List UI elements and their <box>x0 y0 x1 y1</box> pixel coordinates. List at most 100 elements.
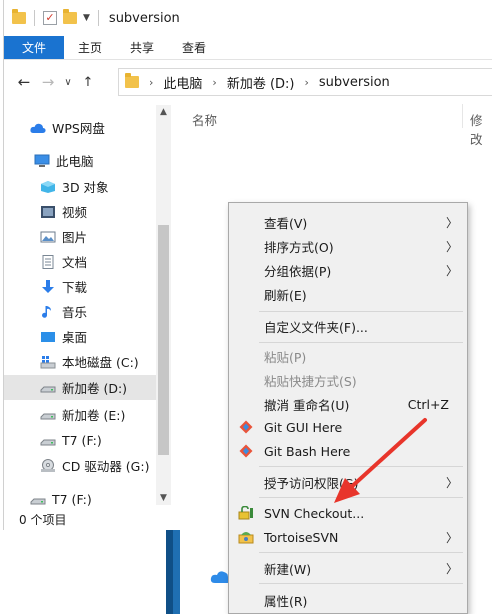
context-menu: 查看(V) 〉 排序方式(O) 〉 分组依据(P) 〉 刷新(E) 自定义文件夹… <box>228 202 468 614</box>
menu-item-label: 属性(R) <box>264 593 308 609</box>
nav-item-label: T7 (F:) <box>52 492 92 507</box>
drive-icon <box>40 439 56 445</box>
menu-item-refresh[interactable]: 刷新(E) <box>229 282 467 306</box>
window-title: subversion <box>108 10 180 26</box>
menu-item-sort-by[interactable]: 排序方式(O) 〉 <box>229 234 467 258</box>
menu-divider <box>259 497 463 498</box>
ribbon-tabs: 文件 主页 共享 查看 <box>4 36 492 60</box>
breadcrumb-drive-d[interactable]: 新加卷 (D:) <box>227 73 295 92</box>
address-bar-row: ← → ∨ ↑ › 此电脑 › 新加卷 (D:) › subversion <box>4 64 492 100</box>
scrollbar-thumb[interactable] <box>158 225 169 455</box>
menu-item-undo-rename[interactable]: 撤消 重命名(U) Ctrl+Z <box>229 392 467 416</box>
menu-item-label: 分组依据(P) <box>264 263 332 279</box>
column-header-modified[interactable]: 修改 <box>470 110 492 148</box>
menu-item-label: Git GUI Here <box>264 419 343 435</box>
nav-item-label: 此电脑 <box>56 154 94 169</box>
download-icon <box>42 279 54 293</box>
submenu-chevron-icon: 〉 <box>445 239 458 254</box>
title-bar: ✓ ▼ subversion <box>4 0 492 36</box>
windows-drive-icon <box>40 355 56 368</box>
breadcrumb-chevron-icon[interactable]: › <box>149 76 153 89</box>
quick-access-toolbar: ✓ ▼ <box>12 9 101 26</box>
drive-icon <box>40 386 56 392</box>
menu-item-label: 新建(W) <box>264 561 312 577</box>
computer-icon <box>34 154 50 167</box>
menu-item-label: 粘贴(P) <box>264 349 307 365</box>
menu-item-customize-folder[interactable]: 自定义文件夹(F)... <box>229 314 467 338</box>
menu-item-label: SVN Checkout... <box>264 505 365 521</box>
breadcrumb-this-pc[interactable]: 此电脑 <box>163 73 202 92</box>
nav-item-label: 桌面 <box>62 330 88 345</box>
menu-item-paste-shortcut: 粘贴快捷方式(S) <box>229 368 467 392</box>
tab-view[interactable]: 查看 <box>168 36 220 59</box>
nav-item-label: 下载 <box>62 280 88 295</box>
back-arrow-icon[interactable]: ← <box>12 73 36 91</box>
tab-file[interactable]: 文件 <box>4 36 65 59</box>
nav-item-label: 本地磁盘 (C:) <box>62 355 139 370</box>
documents-icon <box>42 254 54 269</box>
scroll-down-arrow-icon[interactable]: ▼ <box>156 493 171 503</box>
drive-icon <box>30 498 46 504</box>
properties-checkmark-icon[interactable]: ✓ <box>43 11 57 25</box>
nav-item-label: CD 驱动器 (G:) <box>62 459 150 474</box>
wps-cloud-icon <box>30 123 46 133</box>
menu-divider <box>259 466 463 467</box>
menu-item-tortoisesvn[interactable]: TortoiseSVN 〉 <box>229 525 467 549</box>
item-count: 0 个项目 <box>19 512 67 527</box>
3d-objects-icon <box>41 180 55 193</box>
nav-item-label: 新加卷 (D:) <box>62 381 128 396</box>
menu-item-shortcut: Ctrl+Z <box>407 396 449 412</box>
menu-item-git-gui[interactable]: Git GUI Here <box>229 415 467 439</box>
nav-item-label: 音乐 <box>62 305 88 320</box>
address-bar[interactable]: › 此电脑 › 新加卷 (D:) › subversion <box>118 68 492 96</box>
submenu-chevron-icon: 〉 <box>445 475 458 490</box>
menu-item-new[interactable]: 新建(W) 〉 <box>229 556 467 580</box>
git-icon <box>239 444 253 458</box>
column-divider[interactable] <box>462 104 463 128</box>
menu-item-label: 刷新(E) <box>264 287 307 303</box>
video-icon <box>41 205 55 218</box>
menu-divider <box>259 342 463 343</box>
menu-item-git-bash[interactable]: Git Bash Here <box>229 439 467 463</box>
nav-pane-scrollbar[interactable]: ▲ ▼ <box>156 105 171 505</box>
nav-item-label: WPS网盘 <box>52 121 105 136</box>
nav-item-label: 图片 <box>62 230 88 245</box>
column-header-name[interactable]: 名称 <box>192 110 217 129</box>
customize-toolbar-icon[interactable]: ▼ <box>83 13 90 23</box>
breadcrumb-subversion[interactable]: subversion <box>319 75 390 90</box>
menu-item-give-access[interactable]: 授予访问权限(G) 〉 <box>229 470 467 494</box>
drive-icon <box>40 413 56 419</box>
menu-item-label: TortoiseSVN <box>264 529 339 545</box>
menu-item-view[interactable]: 查看(V) 〉 <box>229 210 467 234</box>
forward-arrow-icon[interactable]: → <box>36 73 60 91</box>
up-arrow-icon[interactable]: ↑ <box>76 75 100 90</box>
new-folder-icon[interactable] <box>63 9 77 24</box>
submenu-chevron-icon: 〉 <box>445 215 458 230</box>
breadcrumb-chevron-icon[interactable]: › <box>212 76 216 89</box>
menu-item-svn-checkout[interactable]: SVN Checkout... <box>229 501 467 525</box>
tab-share[interactable]: 共享 <box>116 36 168 59</box>
submenu-chevron-icon: 〉 <box>445 263 458 278</box>
music-icon <box>42 305 51 318</box>
tortoisesvn-icon <box>238 532 254 544</box>
nav-item-label: 文档 <box>62 255 88 270</box>
desktop-window-edge-dark <box>166 528 173 614</box>
cd-drive-icon <box>41 458 55 472</box>
menu-item-label: 粘贴快捷方式(S) <box>264 373 357 389</box>
menu-item-group-by[interactable]: 分组依据(P) 〉 <box>229 258 467 282</box>
git-icon <box>239 420 253 434</box>
menu-item-label: 查看(V) <box>264 215 308 231</box>
tab-home[interactable]: 主页 <box>64 36 116 59</box>
menu-item-label: 授予访问权限(G) <box>264 475 359 491</box>
breadcrumb-chevron-icon[interactable]: › <box>305 76 309 89</box>
submenu-chevron-icon: 〉 <box>445 530 458 545</box>
menu-item-properties[interactable]: 属性(R) <box>229 588 467 612</box>
scroll-up-arrow-icon[interactable]: ▲ <box>156 107 171 117</box>
menu-item-label: Git Bash Here <box>264 443 351 459</box>
nav-item-drive-d[interactable]: 新加卷 (D:) <box>4 375 156 400</box>
folder-icon[interactable] <box>12 9 26 24</box>
menu-item-label: 排序方式(O) <box>264 239 334 255</box>
nav-item-label: 3D 对象 <box>62 180 109 195</box>
navigation-pane: WPS网盘 此电脑 3D 对象 视频 图片 文档 下载 音乐 桌面 本地磁盘 (… <box>4 100 172 510</box>
recent-locations-chevron-icon[interactable]: ∨ <box>60 77 76 88</box>
